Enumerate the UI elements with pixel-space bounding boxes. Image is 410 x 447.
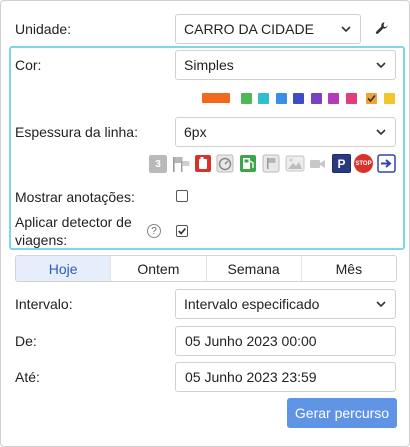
annotations-row: Mostrar anotações: [15, 188, 135, 206]
color-swatch[interactable] [202, 93, 230, 103]
color-swatch[interactable] [276, 93, 287, 104]
chevron-down-icon [376, 62, 386, 69]
unit-select-value: CARRO DA CIDADE [184, 21, 314, 37]
generate-route-button[interactable]: Gerar percurso [287, 398, 397, 428]
video-icon[interactable] [309, 155, 327, 173]
interval-label: Intervalo: [15, 296, 73, 312]
checkmark-icon [178, 227, 186, 235]
flag-icon[interactable] [262, 154, 280, 173]
from-label: De: [15, 333, 37, 349]
chevron-down-icon [341, 26, 351, 33]
period-tabs: Hoje Ontem Semana Mês [15, 255, 397, 282]
color-select[interactable]: Simples [175, 50, 396, 80]
color-row: Cor: [15, 56, 41, 74]
chevron-down-icon [376, 301, 386, 308]
route-panel: Unidade: CARRO DA CIDADE Cor: Simples Es… [0, 0, 410, 447]
color-swatch[interactable] [293, 93, 304, 104]
interval-row: Intervalo: [15, 295, 73, 313]
annotations-checkbox[interactable] [176, 190, 188, 202]
color-swatch[interactable] [258, 93, 269, 104]
line-width-label: Espessura da linha: [15, 124, 138, 140]
line-width-row: Espessura da linha: [15, 123, 138, 141]
trip-detector-label-line1: Aplicar detector de [15, 214, 132, 230]
color-select-value: Simples [184, 57, 234, 73]
fuel-station-icon[interactable] [239, 154, 257, 173]
from-date-value: 05 Junho 2023 00:00 [185, 333, 317, 349]
number-marker-text: 3 [155, 158, 161, 170]
unit-row: Unidade: [15, 20, 71, 38]
line-width-select[interactable]: 6px [175, 117, 396, 147]
to-date-input[interactable]: 05 Junho 2023 23:59 [175, 362, 396, 392]
color-swatch[interactable] [311, 93, 322, 104]
color-swatch[interactable] [346, 93, 357, 104]
to-label: Até: [15, 369, 40, 385]
from-date-input[interactable]: 05 Junho 2023 00:00 [175, 326, 396, 356]
to-date-value: 05 Junho 2023 23:59 [185, 369, 317, 385]
help-icon-text: ? [151, 225, 157, 237]
interval-select[interactable]: Intervalo especificado [175, 289, 396, 319]
from-row: De: [15, 332, 37, 350]
parking-icon-text: P [337, 156, 346, 171]
number-marker-icon[interactable]: 3 [149, 155, 167, 173]
annotations-label: Mostrar anotações: [15, 189, 135, 205]
line-width-select-value: 6px [184, 124, 207, 140]
unit-label: Unidade: [15, 21, 72, 37]
speed-gauge-icon[interactable] [216, 154, 234, 173]
tab-ontem[interactable]: Ontem [110, 256, 205, 281]
unit-select[interactable]: CARRO DA CIDADE [175, 14, 361, 44]
color-swatch[interactable] [366, 93, 377, 104]
color-swatch[interactable] [241, 93, 252, 104]
interval-select-value: Intervalo especificado [184, 296, 320, 312]
to-row: Até: [15, 368, 40, 386]
arrow-icon[interactable] [377, 154, 396, 173]
color-swatch[interactable] [384, 93, 395, 104]
color-swatch[interactable] [328, 93, 339, 104]
tab-mes[interactable]: Mês [300, 256, 396, 281]
tab-hoje[interactable]: Hoje [16, 256, 111, 281]
stop-sign-icon[interactable]: STOP [354, 154, 373, 173]
wrench-icon[interactable] [375, 21, 389, 35]
photo-icon[interactable] [285, 154, 305, 173]
chevron-down-icon [376, 129, 386, 136]
help-icon[interactable]: ? [147, 224, 161, 238]
trip-detector-checkbox[interactable] [176, 225, 188, 237]
parking-icon[interactable]: P [332, 154, 351, 173]
flags-icon[interactable] [171, 155, 191, 173]
color-label: Cor: [15, 57, 42, 73]
checkmark-icon [367, 94, 376, 103]
trip-detector-label-line2: viagens: [15, 232, 68, 248]
trip-detector-label: Aplicar detector de viagens: [15, 213, 132, 249]
fuel-can-icon[interactable] [194, 154, 212, 173]
tab-semana[interactable]: Semana [205, 256, 301, 281]
stop-sign-text: STOP [355, 160, 372, 167]
